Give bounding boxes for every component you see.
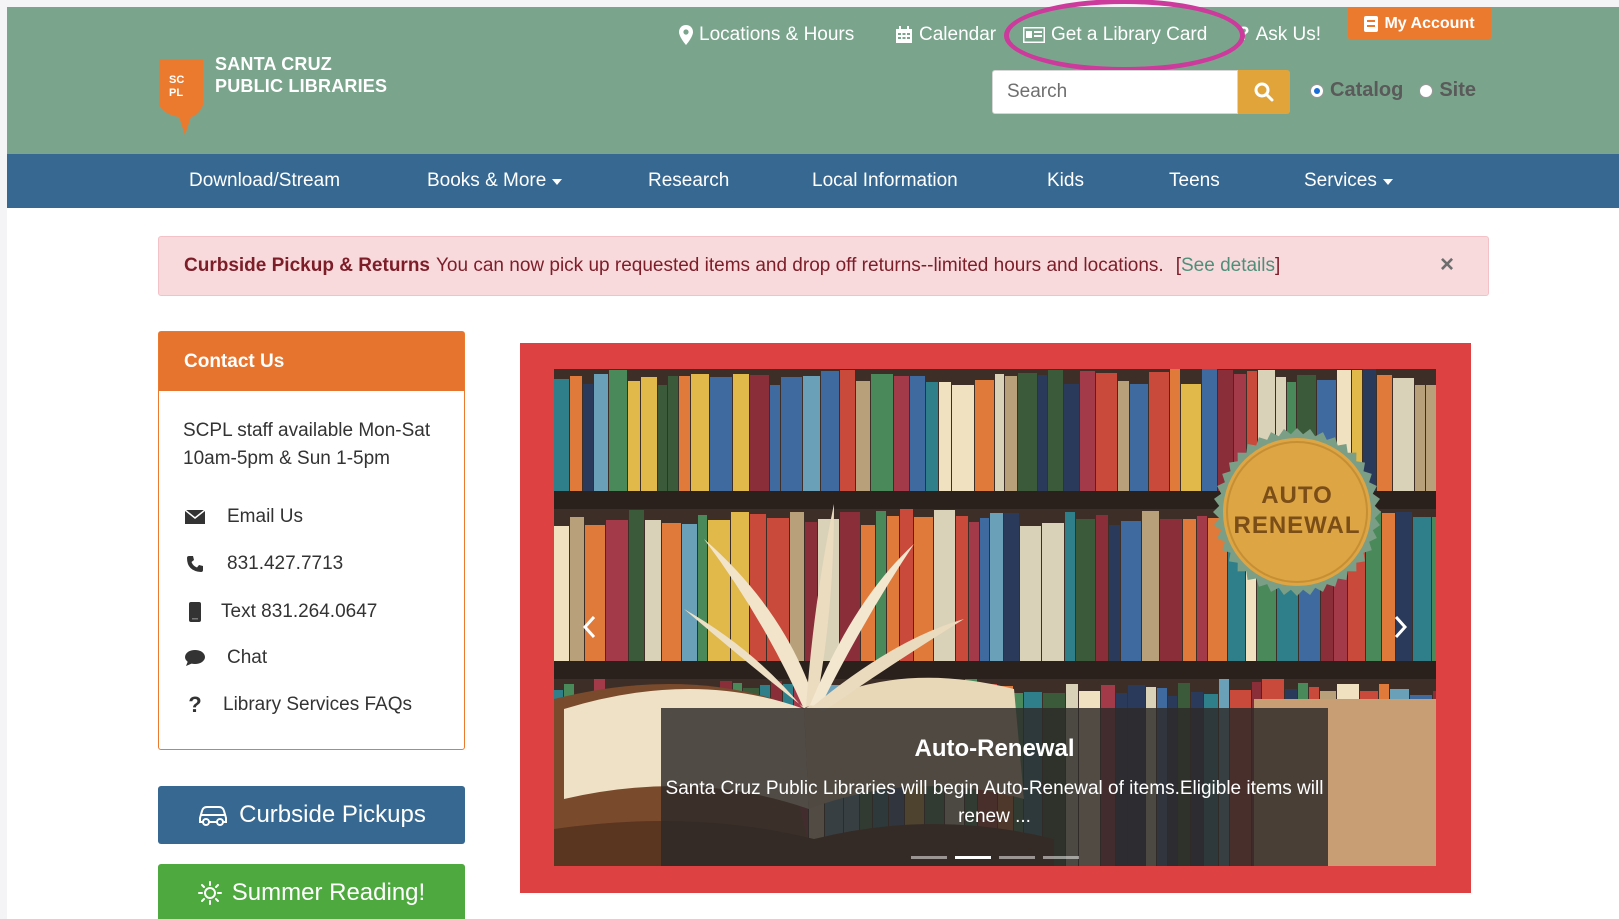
main-nav: Download/Stream Books & More Research Lo… — [7, 154, 1619, 208]
calendar-link[interactable]: Calendar — [895, 21, 996, 49]
nav-item-kids[interactable]: Kids — [1047, 170, 1084, 192]
get-library-card-label: Get a Library Card — [1051, 24, 1208, 45]
email-us-link[interactable]: Email Us — [183, 506, 303, 528]
logo-line-1: SANTA CRUZ — [215, 54, 332, 74]
nav-label: Kids — [1047, 170, 1084, 191]
nav-item-services[interactable]: Services — [1304, 170, 1393, 192]
carousel-indicator[interactable] — [998, 856, 1035, 859]
library-faqs-label: Library Services FAQs — [223, 694, 412, 715]
phone-icon — [187, 556, 203, 572]
get-library-card-link[interactable]: Get a Library Card — [1023, 21, 1207, 49]
carousel-indicator[interactable] — [910, 856, 947, 859]
carousel-prev-button[interactable] — [574, 607, 604, 647]
nav-item-books-more[interactable]: Books & More — [427, 170, 563, 192]
scope-option-site[interactable]: Site — [1419, 79, 1476, 102]
badge-line-1: AUTO — [1261, 482, 1333, 509]
contact-us-card: Contact Us — [158, 331, 465, 750]
chat-link[interactable]: Chat — [183, 647, 267, 669]
account-card-icon — [1364, 15, 1379, 32]
close-icon[interactable]: × — [1436, 253, 1458, 277]
nav-label: Teens — [1169, 170, 1220, 191]
ask-us-label: Ask Us! — [1255, 24, 1322, 45]
nav-item-research[interactable]: Research — [648, 170, 729, 192]
scpl-logo-icon[interactable]: SC PL — [155, 55, 207, 137]
my-account-button[interactable]: My Account — [1348, 7, 1491, 40]
scope-option-catalog[interactable]: Catalog — [1310, 79, 1403, 102]
search-input[interactable] — [992, 70, 1238, 114]
envelope-icon — [185, 510, 205, 524]
map-marker-icon — [679, 25, 693, 45]
site-label: Site — [1439, 79, 1477, 101]
chevron-down-icon — [552, 179, 563, 185]
nav-label: Research — [648, 170, 730, 191]
library-faqs-link[interactable]: ? Library Services FAQs — [183, 692, 412, 717]
alert-message: You can now pick up requested items and … — [436, 255, 1164, 276]
chevron-right-icon — [1394, 615, 1408, 639]
caption-title[interactable]: Auto-Renewal — [661, 735, 1328, 763]
search-icon — [1254, 82, 1274, 102]
question-icon: ? — [188, 692, 202, 717]
locations-hours-link[interactable]: Locations & Hours — [679, 21, 854, 49]
carousel-caption: Auto-Renewal Santa Cruz Public Libraries… — [661, 708, 1328, 866]
email-us-label: Email Us — [227, 506, 304, 527]
site-header: SC PL SANTA CRUZ PUBLIC LIBRARIES Locati… — [7, 0, 1619, 154]
calendar-icon — [896, 26, 912, 43]
nav-label: Download/Stream — [189, 170, 341, 191]
carousel-indicator[interactable] — [1042, 856, 1079, 859]
curbside-pickups-label: Curbside Pickups — [239, 801, 426, 828]
site-radio[interactable] — [1419, 83, 1434, 98]
search-button[interactable] — [1238, 70, 1290, 114]
carousel-indicators — [661, 856, 1328, 859]
featured-carousel: AUTO RENEWAL Auto-Renewal Santa Cruz Pub… — [520, 343, 1471, 893]
alert-title: Curbside Pickup & Returns — [184, 255, 430, 276]
carousel-slide[interactable]: AUTO RENEWAL Auto-Renewal Santa Cruz Pub… — [554, 369, 1436, 866]
nav-label: Services — [1304, 170, 1377, 191]
id-card-icon — [1023, 27, 1045, 43]
catalog-label: Catalog — [1330, 79, 1404, 101]
contact-us-title: Contact Us — [159, 332, 464, 391]
nav-item-teens[interactable]: Teens — [1169, 170, 1220, 192]
text-link[interactable]: Text 831.264.0647 — [183, 601, 377, 623]
carousel-next-button[interactable] — [1386, 607, 1416, 647]
catalog-radio[interactable] — [1310, 83, 1324, 98]
carousel-indicator[interactable] — [954, 856, 991, 859]
badge-text: AUTO RENEWAL — [1212, 481, 1382, 541]
calendar-label: Calendar — [919, 24, 997, 45]
my-account-label: My Account — [1384, 14, 1475, 32]
search-scope-radio-group: Catalog Site — [1310, 79, 1486, 102]
chevron-down-icon — [1382, 179, 1393, 185]
nav-item-local-information[interactable]: Local Information — [812, 170, 958, 192]
site-logo-text[interactable]: SANTA CRUZ PUBLIC LIBRARIES — [215, 53, 387, 97]
phone-link[interactable]: 831.427.7713 — [183, 553, 343, 575]
caption-text: Santa Cruz Public Libraries will begin A… — [665, 778, 1324, 827]
summer-reading-button[interactable]: Summer Reading! — [158, 864, 465, 919]
locations-hours-label: Locations & Hours — [699, 24, 855, 45]
library-homepage: SC PL SANTA CRUZ PUBLIC LIBRARIES Locati… — [7, 0, 1619, 919]
curbside-pickups-button[interactable]: Curbside Pickups — [158, 786, 465, 844]
contact-hours-text: SCPL staff available Mon-Sat 10am-5pm & … — [183, 420, 431, 469]
chat-bubble-icon — [185, 650, 205, 666]
badge-line-2: RENEWAL — [1233, 512, 1361, 539]
car-icon — [199, 806, 228, 826]
text-number: Text 831.264.0647 — [221, 601, 378, 622]
alert-link-close-bracket: ] — [1275, 255, 1281, 276]
chat-label: Chat — [227, 647, 268, 668]
question-icon: ? — [1238, 24, 1250, 45]
summer-reading-label: Summer Reading! — [231, 879, 426, 906]
nav-item-download-stream[interactable]: Download/Stream — [189, 170, 340, 192]
nav-label: Local Information — [812, 170, 958, 191]
svg-text:PL: PL — [169, 87, 183, 99]
logo-line-2: PUBLIC LIBRARIES — [215, 76, 388, 96]
mobile-icon — [189, 602, 201, 622]
svg-text:SC: SC — [169, 74, 184, 86]
curbside-alert-banner: Curbside Pickup & Returns You can now pi… — [158, 236, 1489, 296]
chevron-left-icon — [582, 615, 596, 639]
nav-label: Books & More — [427, 170, 547, 191]
see-details-link[interactable]: See details — [1181, 255, 1275, 277]
phone-number: 831.427.7713 — [227, 553, 344, 574]
sun-icon — [197, 881, 222, 905]
ask-us-link[interactable]: ? Ask Us! — [1238, 21, 1321, 49]
